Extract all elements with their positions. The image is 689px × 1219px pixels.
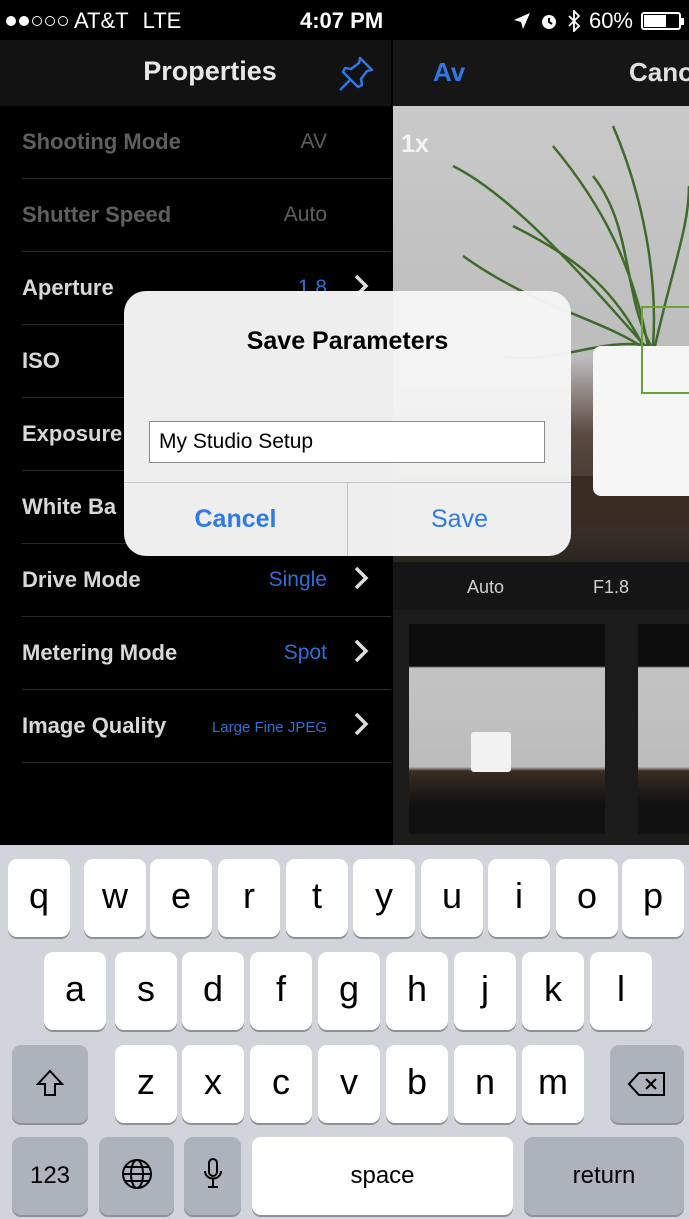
- cancel-button[interactable]: Cancel: [124, 482, 347, 556]
- property-label: ISO: [22, 348, 60, 373]
- property-label: Image Quality: [22, 713, 167, 738]
- key-r[interactable]: r: [218, 859, 280, 937]
- battery-percent: 60%: [588, 8, 633, 33]
- dialog-title: Save Parameters: [246, 327, 449, 355]
- property-value: Single: [268, 568, 327, 591]
- key-w[interactable]: w: [84, 859, 146, 937]
- backspace-icon: [627, 1072, 665, 1096]
- thumbnail-image[interactable]: [638, 624, 689, 834]
- status-time: 4:07 PM: [300, 8, 384, 33]
- bluetooth-icon: [568, 10, 581, 32]
- chevron-right-icon: [354, 712, 369, 736]
- numbers-key[interactable]: 123: [12, 1137, 88, 1215]
- shift-icon: [35, 1069, 65, 1096]
- alarm-icon: [541, 15, 556, 29]
- property-value: Spot: [283, 641, 327, 664]
- camera-name: Cano: [629, 57, 689, 87]
- key-v[interactable]: v: [318, 1045, 380, 1123]
- focus-box[interactable]: [641, 306, 689, 394]
- zoom-level: 1x: [401, 130, 429, 158]
- parameters-name-input[interactable]: [149, 421, 545, 463]
- signal-strength-icon: [6, 16, 68, 26]
- property-label: Aperture: [22, 275, 114, 300]
- key-a[interactable]: a: [44, 952, 106, 1030]
- dictation-key[interactable]: [184, 1137, 241, 1215]
- property-label: White Ba: [22, 494, 117, 519]
- property-label: Shooting Mode: [22, 129, 181, 154]
- property-metering-mode[interactable]: Metering Mode Spot: [22, 617, 391, 690]
- key-z[interactable]: z: [115, 1045, 177, 1123]
- key-m[interactable]: m: [522, 1045, 584, 1123]
- key-j[interactable]: j: [454, 952, 516, 1030]
- location-arrow-icon: [513, 13, 530, 29]
- space-key[interactable]: space: [252, 1137, 513, 1215]
- camera-header: Av Cano: [393, 40, 689, 106]
- property-shutter-speed: Shutter Speed Auto: [22, 179, 391, 252]
- globe-key[interactable]: [99, 1137, 174, 1215]
- key-i[interactable]: i: [488, 859, 550, 937]
- key-c[interactable]: c: [250, 1045, 312, 1123]
- shift-key[interactable]: [12, 1045, 88, 1123]
- thumbnail-image[interactable]: [409, 624, 605, 834]
- mode-button[interactable]: Av: [433, 57, 465, 88]
- key-o[interactable]: o: [556, 859, 618, 937]
- property-value: Auto: [283, 203, 327, 226]
- property-value: Large Fine JPEG: [211, 719, 327, 736]
- key-u[interactable]: u: [421, 859, 483, 937]
- microphone-icon: [203, 1158, 222, 1188]
- property-label: Shutter Speed: [22, 202, 172, 227]
- key-s[interactable]: s: [115, 952, 177, 1030]
- key-b[interactable]: b: [386, 1045, 448, 1123]
- property-image-quality[interactable]: Image Quality Large Fine JPEG: [22, 690, 391, 763]
- keyboard: q w e r t y u i o p a s d f g h j k l z …: [0, 845, 689, 1219]
- network-label: LTE: [142, 8, 182, 33]
- save-button[interactable]: Save: [348, 482, 571, 556]
- property-value: AV: [300, 130, 327, 153]
- status-left: AT&T LTE: [6, 8, 181, 34]
- status-right: 60%: [513, 8, 684, 34]
- chevron-right-icon: [354, 566, 369, 590]
- key-p[interactable]: p: [622, 859, 684, 937]
- pin-icon[interactable]: [336, 54, 376, 94]
- key-y[interactable]: y: [353, 859, 415, 937]
- key-g[interactable]: g: [318, 952, 380, 1030]
- chevron-right-icon: [354, 639, 369, 663]
- key-d[interactable]: d: [182, 952, 244, 1030]
- key-x[interactable]: x: [182, 1045, 244, 1123]
- backspace-key[interactable]: [610, 1045, 684, 1123]
- property-shooting-mode: Shooting Mode AV: [22, 106, 391, 179]
- key-k[interactable]: k: [522, 952, 584, 1030]
- key-f[interactable]: f: [250, 952, 312, 1030]
- key-t[interactable]: t: [286, 859, 348, 937]
- properties-header: Properties: [0, 40, 391, 106]
- property-label: Metering Mode: [22, 640, 178, 665]
- thumbnail-strip: [393, 620, 689, 845]
- battery-icon: [641, 12, 684, 30]
- key-h[interactable]: h: [386, 952, 448, 1030]
- key-q[interactable]: q: [8, 859, 70, 937]
- shutter-readout: Auto: [467, 577, 505, 597]
- globe-icon: [121, 1159, 152, 1189]
- key-n[interactable]: n: [454, 1045, 516, 1123]
- exposure-info-bar: Auto F1.8: [393, 562, 689, 610]
- property-label: Exposure: [22, 421, 123, 446]
- aperture-readout: F1.8: [593, 577, 630, 597]
- carrier-label: AT&T: [74, 8, 129, 33]
- property-label: Drive Mode: [22, 567, 141, 592]
- key-e[interactable]: e: [150, 859, 212, 937]
- save-parameters-dialog: Save Parameters Cancel Save: [124, 291, 571, 556]
- key-l[interactable]: l: [590, 952, 652, 1030]
- return-key[interactable]: return: [524, 1137, 684, 1215]
- status-bar: AT&T LTE 4:07 PM 60%: [0, 0, 689, 40]
